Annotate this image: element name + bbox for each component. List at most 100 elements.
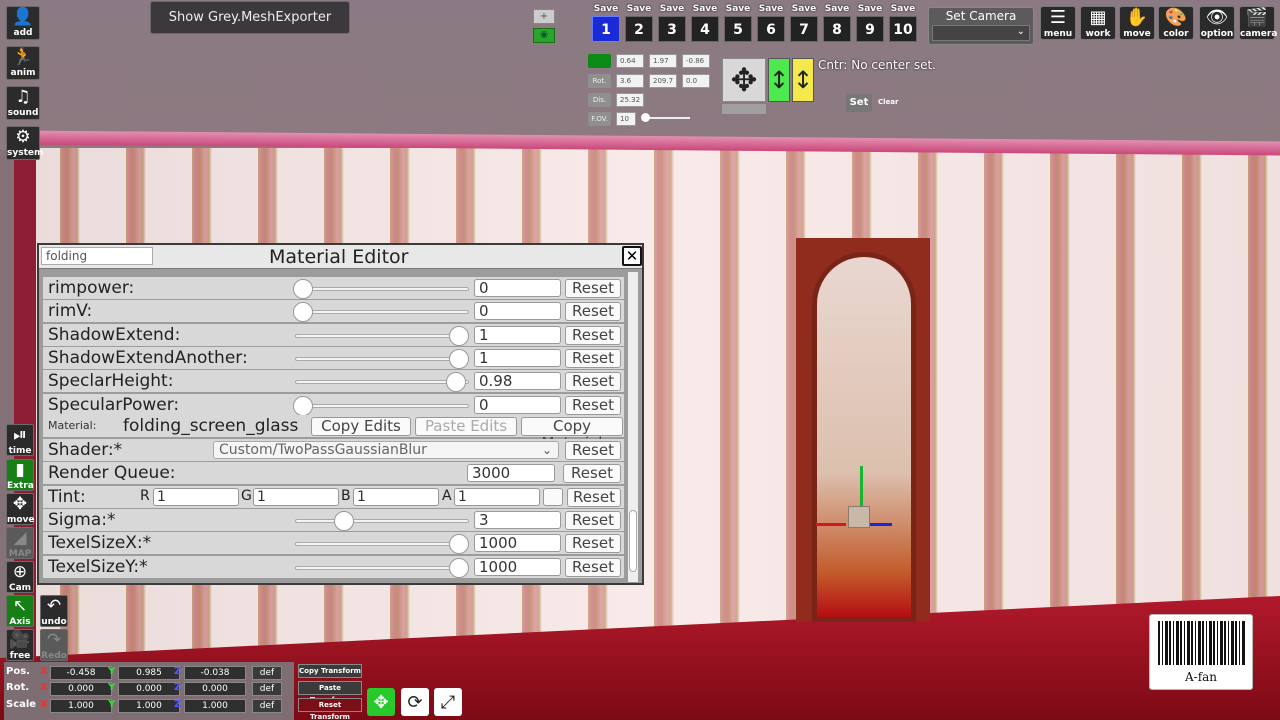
target-icon[interactable]: ◎ (818, 94, 840, 112)
property-slider-knob[interactable] (333, 511, 354, 531)
toolbar-move-button[interactable]: ✋ move (1119, 6, 1155, 40)
camera-rot-x[interactable]: 3.6 (616, 74, 644, 88)
shader-select[interactable]: Custom/TwoPassGaussianBlur ⌄ (213, 441, 559, 459)
property-value-input[interactable]: 1000 (474, 534, 561, 553)
property-slider-knob[interactable] (449, 557, 469, 578)
save-slot-8[interactable]: Save 8 (822, 4, 852, 46)
left-move-button[interactable]: ✥ move (6, 493, 35, 525)
left-free-button[interactable]: 🎥 free (6, 629, 34, 661)
property-slider-track[interactable] (295, 542, 469, 547)
set-camera-dropdown[interactable]: ⌄ (932, 25, 1030, 41)
tint-a-input[interactable]: 1 (454, 488, 540, 506)
move-cross-icon[interactable]: ✥ (722, 58, 766, 102)
left-axis-button[interactable]: ↖ Axis (6, 595, 34, 627)
set-camera-control[interactable]: Set Camera ⌄ (928, 7, 1034, 45)
toolbar-work-button[interactable]: ▦ work (1080, 6, 1116, 40)
save-slot-9[interactable]: Save 9 (855, 4, 885, 46)
property-reset-button[interactable]: Reset (565, 279, 621, 298)
property-slider-knob[interactable] (449, 325, 469, 346)
property-slider-knob[interactable] (445, 372, 466, 393)
property-value-input[interactable]: 3 (474, 511, 561, 529)
property-slider-track[interactable] (295, 310, 469, 315)
scale-gizmo-icon[interactable]: ⤢ (434, 688, 462, 716)
property-slider-track[interactable] (295, 287, 469, 291)
tint-g-input[interactable]: 1 (253, 488, 339, 506)
gizmo-x-axis[interactable] (816, 523, 846, 526)
save-slot-10[interactable]: Save 10 (888, 4, 918, 46)
left-anim-button[interactable]: 🏃 anim (6, 46, 40, 80)
eye-icon[interactable]: ◉ (533, 28, 555, 43)
save-slot-4[interactable]: Save 4 (690, 4, 720, 46)
property-reset-button[interactable]: Reset (565, 534, 621, 554)
property-reset-button[interactable]: Reset (565, 557, 621, 577)
property-value-input[interactable]: 1000 (474, 557, 561, 576)
move-gizmo-icon[interactable]: ✥ (367, 688, 395, 716)
camera-dis-value[interactable]: 25.32 (616, 93, 644, 107)
camera-pos-x[interactable]: 0.64 (616, 54, 644, 68)
left-sound-button[interactable]: ♫ sound (6, 86, 40, 120)
paste-edits-button[interactable]: Paste Edits (415, 417, 517, 436)
vertical-move-yellow-icon[interactable]: ↕ (792, 58, 814, 102)
pos-z-input[interactable]: -0.038 (184, 666, 246, 680)
clear-center-button[interactable]: Clear (878, 98, 898, 106)
rot-x-input[interactable]: 0.000 (50, 682, 112, 696)
copy-edits-button[interactable]: Copy Edits (311, 417, 411, 436)
tint-b-input[interactable]: 1 (353, 488, 439, 506)
pos-x-input[interactable]: -0.458 (50, 666, 112, 680)
fov-slider-knob[interactable] (641, 113, 650, 122)
render-queue-reset-button[interactable]: Reset (563, 464, 621, 483)
property-value-input[interactable]: 0 (474, 279, 561, 297)
property-reset-button[interactable]: Reset (565, 395, 621, 415)
tint-r-input[interactable]: 1 (153, 488, 239, 506)
tint-color-swatch[interactable] (543, 488, 563, 506)
plus-icon[interactable]: + (533, 9, 555, 24)
property-slider-knob[interactable] (449, 534, 469, 555)
left-undo-button[interactable]: ↶ undo (40, 595, 68, 627)
property-slider-knob[interactable] (293, 302, 313, 323)
property-value-input[interactable]: 0 (474, 302, 561, 321)
property-slider-knob[interactable] (293, 279, 313, 299)
save-slot-1[interactable]: Save 1 (591, 4, 621, 46)
tint-reset-button[interactable]: Reset (567, 488, 621, 507)
shader-reset-button[interactable]: Reset (565, 441, 621, 460)
left-add-button[interactable]: 👤 add (6, 6, 40, 40)
property-slider-knob[interactable] (293, 395, 313, 416)
save-slot-2[interactable]: Save 2 (624, 4, 654, 46)
rot-def-button[interactable]: def (252, 682, 282, 696)
property-value-input[interactable]: 0.98 (474, 372, 561, 391)
scale-y-input[interactable]: 1.000 (118, 699, 180, 713)
copy-material-button[interactable]: Copy Material (521, 417, 623, 452)
property-value-input[interactable]: 0 (474, 395, 561, 414)
left-map-button[interactable]: ◢ MAP (6, 527, 34, 559)
pos-y-input[interactable]: 0.985 (118, 666, 180, 680)
material-search-input[interactable]: folding (41, 247, 153, 265)
fov-slider-track[interactable] (644, 117, 690, 119)
scrollbar-thumb[interactable] (629, 510, 637, 572)
reset-transform-button[interactable]: Reset Transform (298, 698, 362, 720)
render-queue-input[interactable]: 3000 (467, 464, 555, 482)
property-reset-button[interactable]: Reset (565, 372, 621, 392)
save-slot-5[interactable]: Save 5 (723, 4, 753, 46)
material-editor-scrollbar[interactable] (628, 272, 638, 582)
toolbar-option-button[interactable]: 👁 option (1199, 6, 1235, 40)
left-time-button[interactable]: ⏯ time (6, 424, 34, 456)
property-slider-track[interactable] (295, 403, 469, 408)
property-slider-knob[interactable] (449, 348, 469, 369)
property-slider-track[interactable] (295, 565, 469, 570)
set-center-button[interactable]: Set (846, 94, 872, 112)
save-slot-3[interactable]: Save 3 (657, 4, 687, 46)
property-value-input[interactable]: 1 (474, 348, 561, 367)
property-value-input[interactable]: 1 (474, 325, 561, 344)
show-mesh-exporter-button[interactable]: Show Grey.MeshExporter (150, 1, 350, 34)
save-slot-6[interactable]: Save 6 (756, 4, 786, 46)
property-slider-track[interactable] (295, 333, 469, 338)
rot-z-input[interactable]: 0.000 (184, 682, 246, 696)
toolbar-color-button[interactable]: 🎨 color (1158, 6, 1194, 40)
save-slot-7[interactable]: Save 7 (789, 4, 819, 46)
property-slider-track[interactable] (295, 519, 469, 523)
left-extra-button[interactable]: ▮ Extra (6, 459, 34, 491)
property-slider-track[interactable] (295, 380, 469, 385)
property-reset-button[interactable]: Reset (565, 511, 621, 530)
camera-pos-y[interactable]: 1.97 (649, 54, 677, 68)
toolbar-menu-button[interactable]: ☰ menu (1040, 6, 1076, 40)
